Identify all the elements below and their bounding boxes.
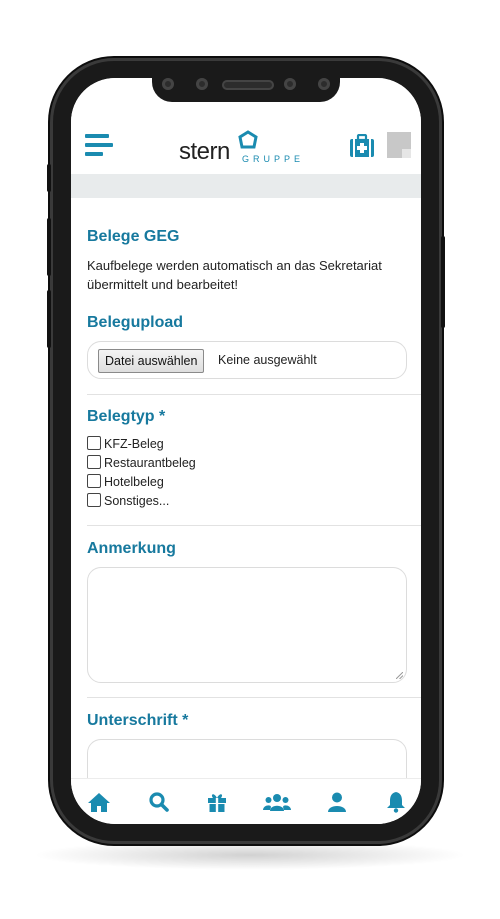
note-icon[interactable] (387, 132, 411, 158)
checkbox-box[interactable] (87, 493, 101, 507)
checkbox-label: Restaurantbeleg (104, 456, 196, 470)
camera-icon (318, 78, 330, 90)
checkbox-hotelbeleg[interactable]: Hotelbeleg (87, 473, 164, 491)
checkbox-label: Hotelbeleg (104, 475, 164, 489)
divider (87, 394, 421, 395)
users-icon[interactable] (263, 791, 291, 813)
search-icon[interactable] (147, 791, 171, 813)
sensor-icon (284, 78, 296, 90)
resize-handle-icon[interactable] (396, 672, 403, 679)
app-screen: stern GRUPPE Belege GEG Kaufbelege werde… (71, 78, 421, 824)
checkbox-kfz-beleg[interactable]: KFZ-Beleg (87, 435, 164, 453)
checkbox-restaurantbeleg[interactable]: Restaurantbeleg (87, 454, 196, 472)
home-icon[interactable] (87, 791, 111, 813)
checkbox-box[interactable] (87, 474, 101, 488)
bottom-navigation (71, 778, 421, 824)
file-upload-field[interactable]: Datei auswählen Keine ausgewählt (87, 341, 407, 379)
volume-down-button (47, 290, 51, 348)
bell-icon[interactable] (384, 791, 408, 813)
power-button (441, 236, 445, 328)
gift-icon[interactable] (205, 791, 229, 813)
user-icon[interactable] (325, 791, 349, 813)
hamburger-menu-icon[interactable] (85, 134, 113, 158)
divider (87, 697, 421, 698)
logo-text: stern (179, 138, 230, 165)
signature-label: Unterschrift * (87, 712, 189, 729)
sensor-icon (162, 78, 174, 90)
form-content: Belege GEG Kaufbelege werden automatisch… (87, 228, 421, 821)
remark-label: Anmerkung (87, 540, 176, 557)
phone-notch (152, 68, 340, 102)
checkbox-sonstiges[interactable]: Sonstiges... (87, 492, 169, 510)
choose-file-button[interactable]: Datei auswählen (98, 349, 205, 373)
remark-textarea[interactable] (87, 567, 407, 683)
mute-switch (47, 164, 51, 192)
medical-kit-icon[interactable] (349, 134, 375, 158)
camera-icon (196, 78, 208, 90)
checkbox-box[interactable] (87, 455, 101, 469)
volume-up-button (47, 218, 51, 276)
checkbox-box[interactable] (87, 436, 101, 450)
logo-subtext: GRUPPE (242, 154, 305, 164)
upload-label: Belegupload (87, 314, 184, 331)
divider (87, 525, 421, 526)
intro-text: Kaufbelege werden automatisch an das Sek… (87, 258, 382, 292)
header-band (71, 174, 421, 198)
logo-mark-icon (238, 130, 258, 149)
receipt-type-label: Belegtyp * (87, 408, 166, 425)
phone-shadow (32, 840, 468, 870)
speaker-grille (222, 80, 274, 90)
checkbox-label: Sonstiges... (104, 494, 170, 508)
page-title: Belege GEG (87, 228, 180, 245)
checkbox-label: KFZ-Beleg (104, 437, 164, 451)
file-status-text: Keine ausgewählt (218, 353, 317, 367)
